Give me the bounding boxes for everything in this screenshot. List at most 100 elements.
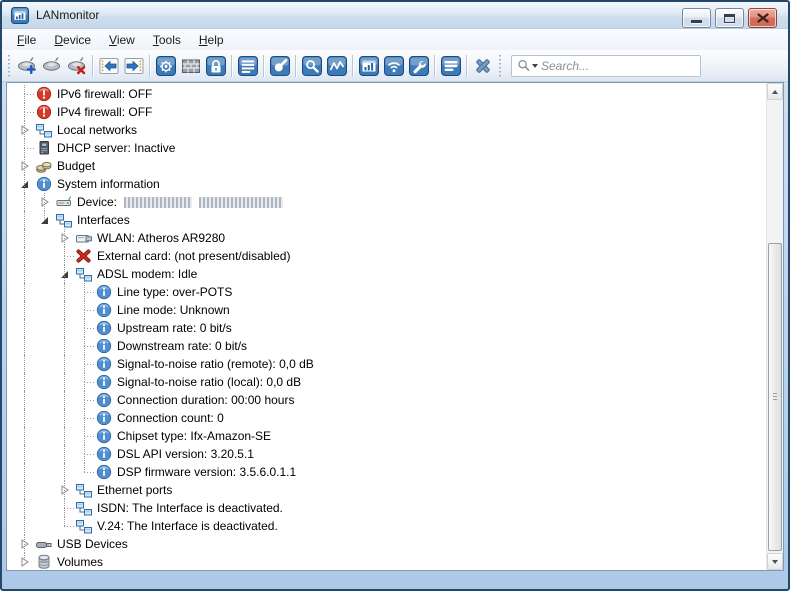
tree-row[interactable]: ISDN: The Interface is deactivated.: [7, 499, 766, 517]
expander-collapsed-icon[interactable]: [35, 193, 55, 211]
scrollbar-thumb[interactable]: [768, 243, 782, 551]
tree-guide: [15, 301, 35, 319]
tree-row[interactable]: IPv4 firewall: OFF: [7, 103, 766, 121]
search-toolbar-grip[interactable]: [498, 55, 502, 77]
tree-guide: [35, 391, 55, 409]
firewall-button[interactable]: [178, 54, 203, 78]
menu-help[interactable]: Help: [190, 31, 233, 49]
tree-guide: [15, 391, 35, 409]
tree-guide: [35, 319, 55, 337]
tree-guide: [35, 499, 55, 517]
minimize-button[interactable]: [682, 8, 711, 28]
tree-guide: [55, 391, 75, 409]
wan-connection-icon: [156, 56, 176, 76]
tree-row[interactable]: Volumes: [7, 553, 766, 570]
display-trace-button[interactable]: [267, 54, 292, 78]
toolbar-buttons: [14, 54, 495, 78]
tools-button[interactable]: [406, 54, 431, 78]
wan-connection-button[interactable]: [153, 54, 178, 78]
lock-button[interactable]: [203, 54, 228, 78]
tree-row[interactable]: WLAN: Atheros AR9280: [7, 229, 766, 247]
menu-tools[interactable]: Tools: [144, 31, 190, 49]
tree-row[interactable]: Signal-to-noise ratio (remote): 0,0 dB: [7, 355, 766, 373]
info-icon: [96, 320, 112, 336]
toolbar-separator: [434, 55, 435, 77]
find-device-button[interactable]: [39, 54, 64, 78]
tree-guide: [75, 373, 95, 391]
tree-row[interactable]: Interfaces: [7, 211, 766, 229]
close-button[interactable]: [748, 8, 777, 28]
titlebar[interactable]: LANmonitor: [2, 2, 788, 29]
tree-guide: [15, 319, 35, 337]
console-button[interactable]: [438, 54, 463, 78]
tree-item-label: ISDN: The Interface is deactivated.: [97, 501, 283, 515]
tree-row[interactable]: Local networks: [7, 121, 766, 139]
tree-item-label: Chipset type: Ifx-Amazon-SE: [117, 429, 271, 443]
tree-row[interactable]: USB Devices: [7, 535, 766, 553]
expand-all-button[interactable]: [121, 54, 146, 78]
lanmonitor-button[interactable]: [356, 54, 381, 78]
info-icon: [96, 302, 112, 318]
tree-row[interactable]: IPv6 firewall: OFF: [7, 85, 766, 103]
expander-collapsed-icon[interactable]: [15, 535, 35, 553]
scroll-down-button[interactable]: [767, 553, 783, 570]
search-icon: [302, 56, 322, 76]
remove-device-button[interactable]: [64, 54, 89, 78]
tree-row[interactable]: Chipset type: Ifx-Amazon-SE: [7, 427, 766, 445]
scrollbar-track[interactable]: [767, 100, 783, 553]
expander-expanded-icon[interactable]: [55, 265, 75, 283]
tree-guide: [15, 103, 35, 121]
add-device-button[interactable]: [14, 54, 39, 78]
tree-guide: [15, 283, 35, 301]
tree-row[interactable]: Connection duration: 00:00 hours: [7, 391, 766, 409]
tree-row[interactable]: Upstream rate: 0 bit/s: [7, 319, 766, 337]
tree-row[interactable]: External card: (not present/disabled): [7, 247, 766, 265]
toolbar-grip[interactable]: [7, 55, 11, 77]
maximize-button[interactable]: [715, 8, 744, 28]
tree-item-label: Downstream rate: 0 bit/s: [117, 339, 247, 353]
expander-expanded-icon[interactable]: [15, 175, 35, 193]
network-icon: [76, 500, 92, 516]
tree-guide: [15, 409, 35, 427]
expander-collapsed-icon[interactable]: [15, 121, 35, 139]
tree-row[interactable]: DHCP server: Inactive: [7, 139, 766, 157]
tree-guide: [55, 517, 75, 535]
expander-collapsed-icon[interactable]: [55, 481, 75, 499]
accounting-list-button[interactable]: [235, 54, 260, 78]
tree-row[interactable]: ADSL modem: Idle: [7, 265, 766, 283]
search-box: [511, 55, 701, 77]
expander-collapsed-icon[interactable]: [55, 229, 75, 247]
tree-row[interactable]: Connection count: 0: [7, 409, 766, 427]
menu-device[interactable]: Device: [45, 31, 100, 49]
disconnect-button[interactable]: [470, 54, 495, 78]
scroll-up-button[interactable]: [767, 83, 783, 100]
tree-row[interactable]: System information: [7, 175, 766, 193]
tree-row[interactable]: Budget: [7, 157, 766, 175]
tree-guide: [15, 211, 35, 229]
expander-collapsed-icon[interactable]: [15, 553, 35, 570]
tree-item-label: DSP firmware version: 3.5.6.0.1.1: [117, 465, 296, 479]
search-input[interactable]: [538, 59, 695, 73]
tree-guide: [15, 517, 35, 535]
expander-collapsed-icon[interactable]: [15, 157, 35, 175]
network-icon: [76, 266, 92, 282]
tree-row[interactable]: DSP firmware version: 3.5.6.0.1.1: [7, 463, 766, 481]
expander-expanded-icon[interactable]: [35, 211, 55, 229]
tree-guide: [55, 445, 75, 463]
toolbar-separator: [92, 55, 93, 77]
wlan-button[interactable]: [381, 54, 406, 78]
tree-row[interactable]: Line type: over-POTS: [7, 283, 766, 301]
graph-icon: [327, 56, 347, 76]
tree-row[interactable]: V.24: The Interface is deactivated.: [7, 517, 766, 535]
tree-row[interactable]: Signal-to-noise ratio (local): 0,0 dB: [7, 373, 766, 391]
tree-row[interactable]: Line mode: Unknown: [7, 301, 766, 319]
tree-row[interactable]: Ethernet ports: [7, 481, 766, 499]
search-button[interactable]: [299, 54, 324, 78]
graph-button[interactable]: [324, 54, 349, 78]
menu-file[interactable]: File: [8, 31, 45, 49]
menu-view[interactable]: View: [100, 31, 144, 49]
collapse-all-button[interactable]: [96, 54, 121, 78]
tree-row[interactable]: Device:: [7, 193, 766, 211]
tree-row[interactable]: DSL API version: 3.20.5.1: [7, 445, 766, 463]
tree-row[interactable]: Downstream rate: 0 bit/s: [7, 337, 766, 355]
